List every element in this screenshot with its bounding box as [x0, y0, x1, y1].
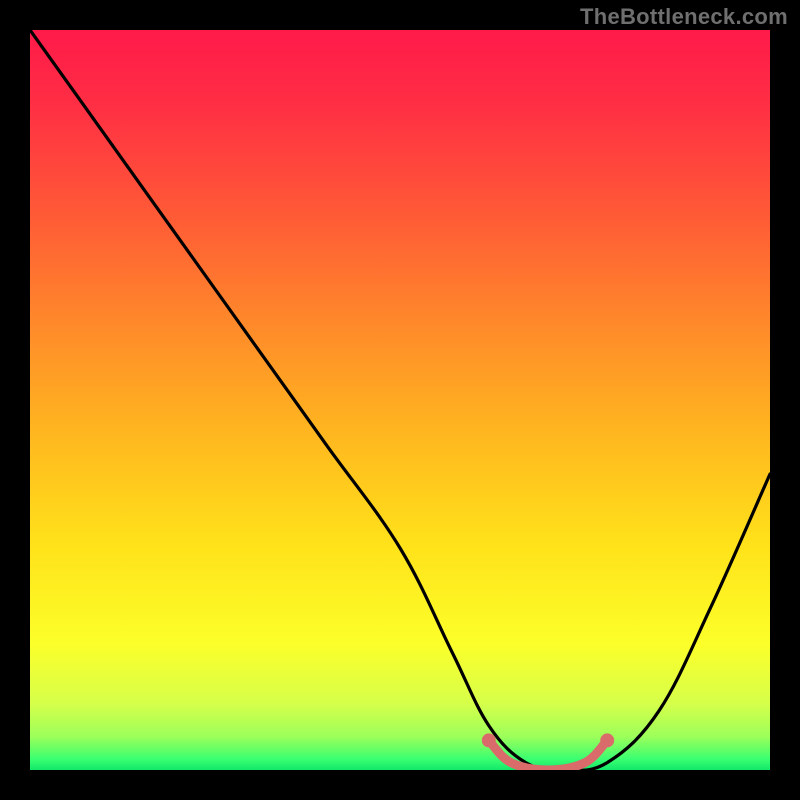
chart-svg — [30, 30, 770, 770]
chart-frame: TheBottleneck.com — [0, 0, 800, 800]
gradient-background — [30, 30, 770, 770]
highlight-dot-right — [600, 733, 614, 747]
plot-area — [30, 30, 770, 770]
watermark-text: TheBottleneck.com — [580, 4, 788, 30]
highlight-dot-left — [482, 733, 496, 747]
